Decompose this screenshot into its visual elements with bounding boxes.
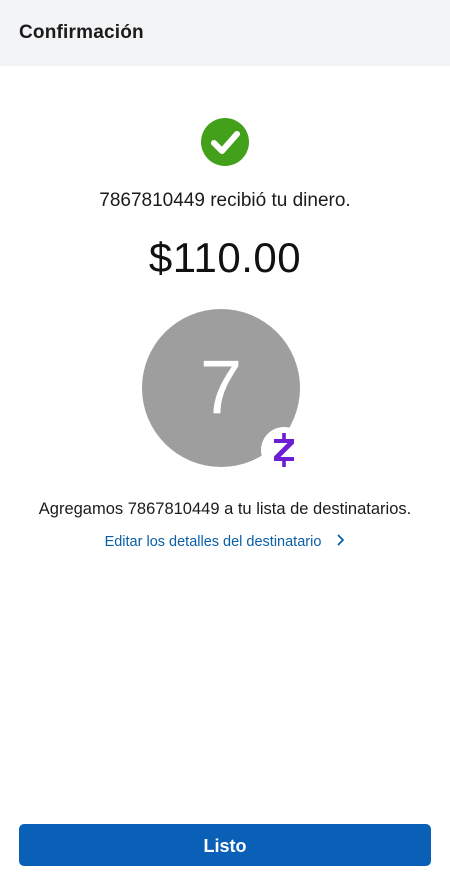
edit-recipient-link[interactable]: Editar los detalles del destinatario — [0, 534, 450, 550]
received-message: 7867810449 recibió tu dinero. — [99, 190, 351, 211]
zelle-icon — [261, 427, 307, 473]
amount-value: $110.00 — [148, 234, 302, 281]
header-bar: Confirmación — [0, 0, 450, 66]
check-circle-icon — [201, 118, 249, 166]
page-title: Confirmación — [19, 22, 144, 43]
edit-recipient-link-label[interactable]: Editar los detalles del destinatario — [105, 534, 322, 550]
confirmation-screen: Confirmación 7867810449 recibió tu diner… — [0, 0, 450, 878]
recipient-added-message: Agregamos 7867810449 a tu lista de desti… — [38, 500, 412, 518]
done-button[interactable]: Listo — [19, 824, 431, 866]
chevron-right-icon — [337, 534, 345, 550]
